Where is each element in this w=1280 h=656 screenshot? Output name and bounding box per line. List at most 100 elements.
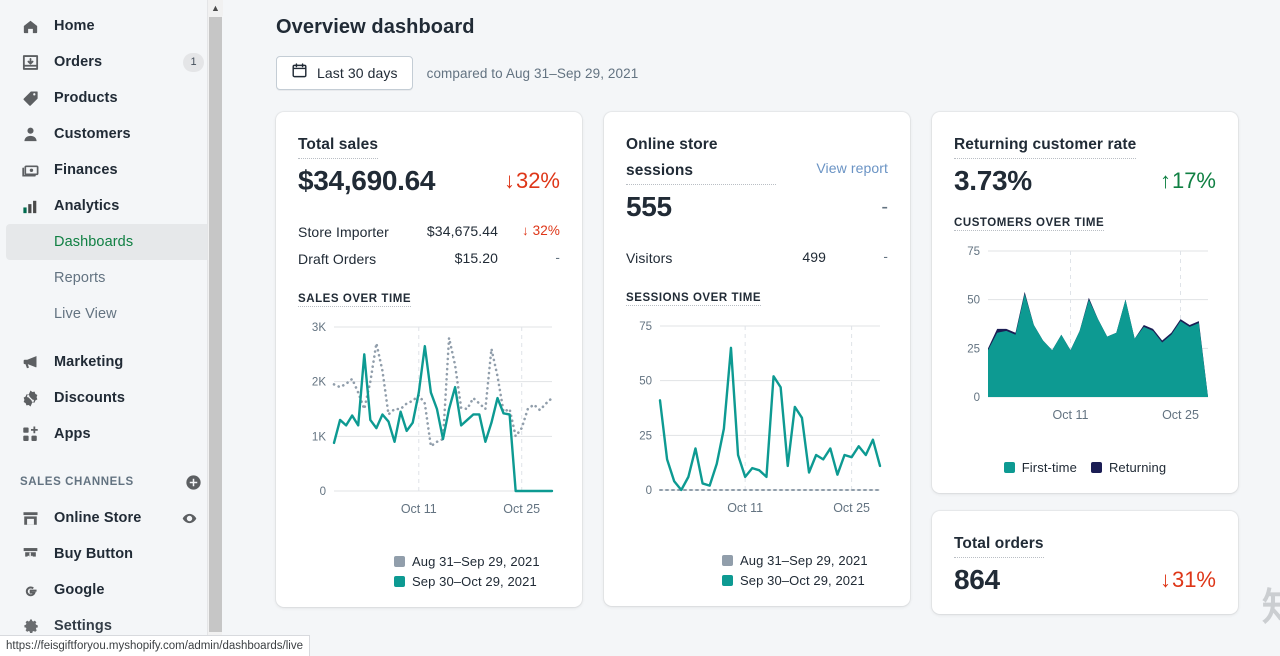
legend-swatch <box>1090 462 1102 473</box>
breakdown-delta: - <box>883 249 888 264</box>
breakdown-row: Draft Orders $15.20 - <box>298 246 560 273</box>
main-content: Overview dashboard Last 30 days compared… <box>222 0 1280 656</box>
sessions-breakdown: Visitors 499 - <box>626 245 888 272</box>
sidebar-scrollbar[interactable]: ▲ <box>207 0 223 656</box>
svg-text:25: 25 <box>639 430 652 442</box>
legend-swatch <box>1003 462 1015 473</box>
sales-channels-section-header: SALES CHANNELS <box>6 466 216 498</box>
dashboard-toolbar: Last 30 days compared to Aug 31–Sep 29, … <box>276 56 1280 90</box>
sidebar-item-orders[interactable]: Orders 1 <box>6 44 216 80</box>
total-orders-value: 864 <box>954 564 1000 595</box>
legend-item: Aug 31–Sep 29, 2021 <box>394 554 540 569</box>
total-sales-delta: ↓ 32% <box>503 168 560 193</box>
sales-over-time-chart: 0 1K 2K 3K Oct 11 Oct 25 <box>298 317 560 540</box>
svg-text:25: 25 <box>967 343 980 355</box>
apps-grid-plus-icon <box>20 424 40 444</box>
marketing-megaphone-icon <box>20 352 40 372</box>
sessions-over-time-label: SESSIONS OVER TIME <box>626 292 762 306</box>
settings-gear-icon <box>20 616 40 636</box>
sidebar-item-analytics[interactable]: Analytics <box>6 188 216 224</box>
compared-to-label: compared to Aug 31–Sep 29, 2021 <box>426 65 639 81</box>
svg-text:0: 0 <box>320 486 326 498</box>
sidebar-item-live-view[interactable]: Live View <box>6 296 216 332</box>
date-range-picker-button[interactable]: Last 30 days <box>276 56 413 90</box>
sidebar-item-label: Google <box>54 582 105 598</box>
sidebar-item-home[interactable]: Home <box>6 8 216 44</box>
card-header: Total sales <box>298 132 560 159</box>
card-header: Total orders <box>954 531 1216 558</box>
card-title: Total orders <box>954 531 1044 558</box>
add-sales-channel-button[interactable] <box>185 474 202 491</box>
sidebar-item-apps[interactable]: Apps <box>6 416 216 452</box>
arrow-up-icon: ↑ <box>1159 168 1171 193</box>
sidebar-item-online-store[interactable]: Online Store <box>6 500 216 536</box>
sidebar-item-buy-button[interactable]: Buy Button <box>6 536 216 572</box>
sidebar-item-label: Marketing <box>54 354 124 370</box>
sidebar-item-label: Analytics <box>54 198 120 214</box>
sidebar-item-marketing[interactable]: Marketing <box>6 344 216 380</box>
view-report-link[interactable]: View report <box>816 160 888 176</box>
scroll-up-arrow-icon[interactable]: ▲ <box>208 0 223 16</box>
sidebar-item-label: Online Store <box>54 510 142 526</box>
sidebar-item-finances[interactable]: Finances <box>6 152 216 188</box>
arrow-down-icon: ↓ <box>521 223 529 238</box>
svg-text:0: 0 <box>646 485 652 497</box>
legend-label: First-time <box>1021 460 1077 475</box>
legend-item: Sep 30–Oct 29, 2021 <box>394 574 537 589</box>
breakdown-value: 499 <box>802 249 826 265</box>
sidebar-secondary-nav: Marketing Discounts Apps <box>0 344 222 452</box>
buy-button-icon <box>20 544 40 564</box>
google-g-icon <box>20 580 40 600</box>
svg-text:75: 75 <box>639 321 652 333</box>
svg-text:0: 0 <box>974 392 980 404</box>
breakdown-name: Draft Orders <box>298 251 377 267</box>
card-title: Online store sessions <box>626 132 776 185</box>
sidebar-item-label: Products <box>54 90 118 106</box>
sidebar-item-label: Customers <box>54 126 131 142</box>
legend-label: Sep 30–Oct 29, 2021 <box>740 573 865 588</box>
breakdown-value: $15.20 <box>454 250 498 266</box>
sidebar-item-products[interactable]: Products <box>6 80 216 116</box>
eye-icon[interactable] <box>175 509 204 528</box>
sales-chart-svg: 0 1K 2K 3K Oct 11 Oct 25 <box>312 322 554 516</box>
legend-label: Returning <box>1108 460 1167 475</box>
sales-over-time-label: SALES OVER TIME <box>298 293 412 307</box>
page-title: Overview dashboard <box>276 16 475 38</box>
sidebar-sales-channels: Online Store Buy Button Google Settings <box>0 500 222 644</box>
customers-over-time-chart: 0 25 50 75 Oct 11 Oct 25 <box>954 241 1216 446</box>
date-range-label: Last 30 days <box>317 65 398 81</box>
svg-text:Oct 11: Oct 11 <box>401 502 437 516</box>
arrow-down-icon: ↓ <box>1159 567 1171 592</box>
sidebar-item-label: Orders <box>54 54 103 70</box>
svg-text:1K: 1K <box>312 431 326 443</box>
sidebar-item-label: Discounts <box>54 390 125 406</box>
legend-swatch <box>394 576 405 587</box>
sidebar-item-google[interactable]: Google <box>6 572 216 608</box>
svg-text:Oct 25: Oct 25 <box>503 502 540 516</box>
sidebar: Home Orders 1 Products Customers Finance… <box>0 0 311 656</box>
card-title: Total sales <box>298 132 379 159</box>
sidebar-item-label: Finances <box>54 162 118 178</box>
card-total-sales: Total sales $34,690.64 ↓ 32% Store Import… <box>276 112 582 607</box>
scrollbar-thumb[interactable] <box>209 17 222 632</box>
orders-icon <box>20 52 40 72</box>
sessions-value: 555 <box>626 191 672 222</box>
svg-text:Oct 25: Oct 25 <box>1162 408 1199 422</box>
finances-cash-icon <box>20 160 40 180</box>
sidebar-divider-gap <box>0 332 222 344</box>
legend-item: Sep 30–Oct 29, 2021 <box>722 573 865 588</box>
total-sales-breakdown: Store Importer $34,675.44 ↓ 32% Draft Or… <box>298 219 560 273</box>
sidebar-item-label: Buy Button <box>54 546 134 562</box>
sessions-chart-svg: 0 25 50 75 Oct 11 Oct 25 <box>639 321 882 515</box>
breakdown-delta: ↓ 32% <box>521 223 560 238</box>
svg-text:3K: 3K <box>312 322 326 334</box>
breakdown-name: Store Importer <box>298 224 389 240</box>
column-customers: Returning customer rate 3.73% ↑ 17% CUSTO… <box>932 112 1238 614</box>
total-sales-value: $34,690.64 <box>298 165 436 196</box>
svg-text:Oct 11: Oct 11 <box>727 501 763 515</box>
calendar-icon <box>291 62 308 84</box>
sidebar-item-customers[interactable]: Customers <box>6 116 216 152</box>
sidebar-item-reports[interactable]: Reports <box>6 260 216 296</box>
sidebar-item-discounts[interactable]: Discounts <box>6 380 216 416</box>
sidebar-item-dashboards[interactable]: Dashboards <box>6 224 216 260</box>
